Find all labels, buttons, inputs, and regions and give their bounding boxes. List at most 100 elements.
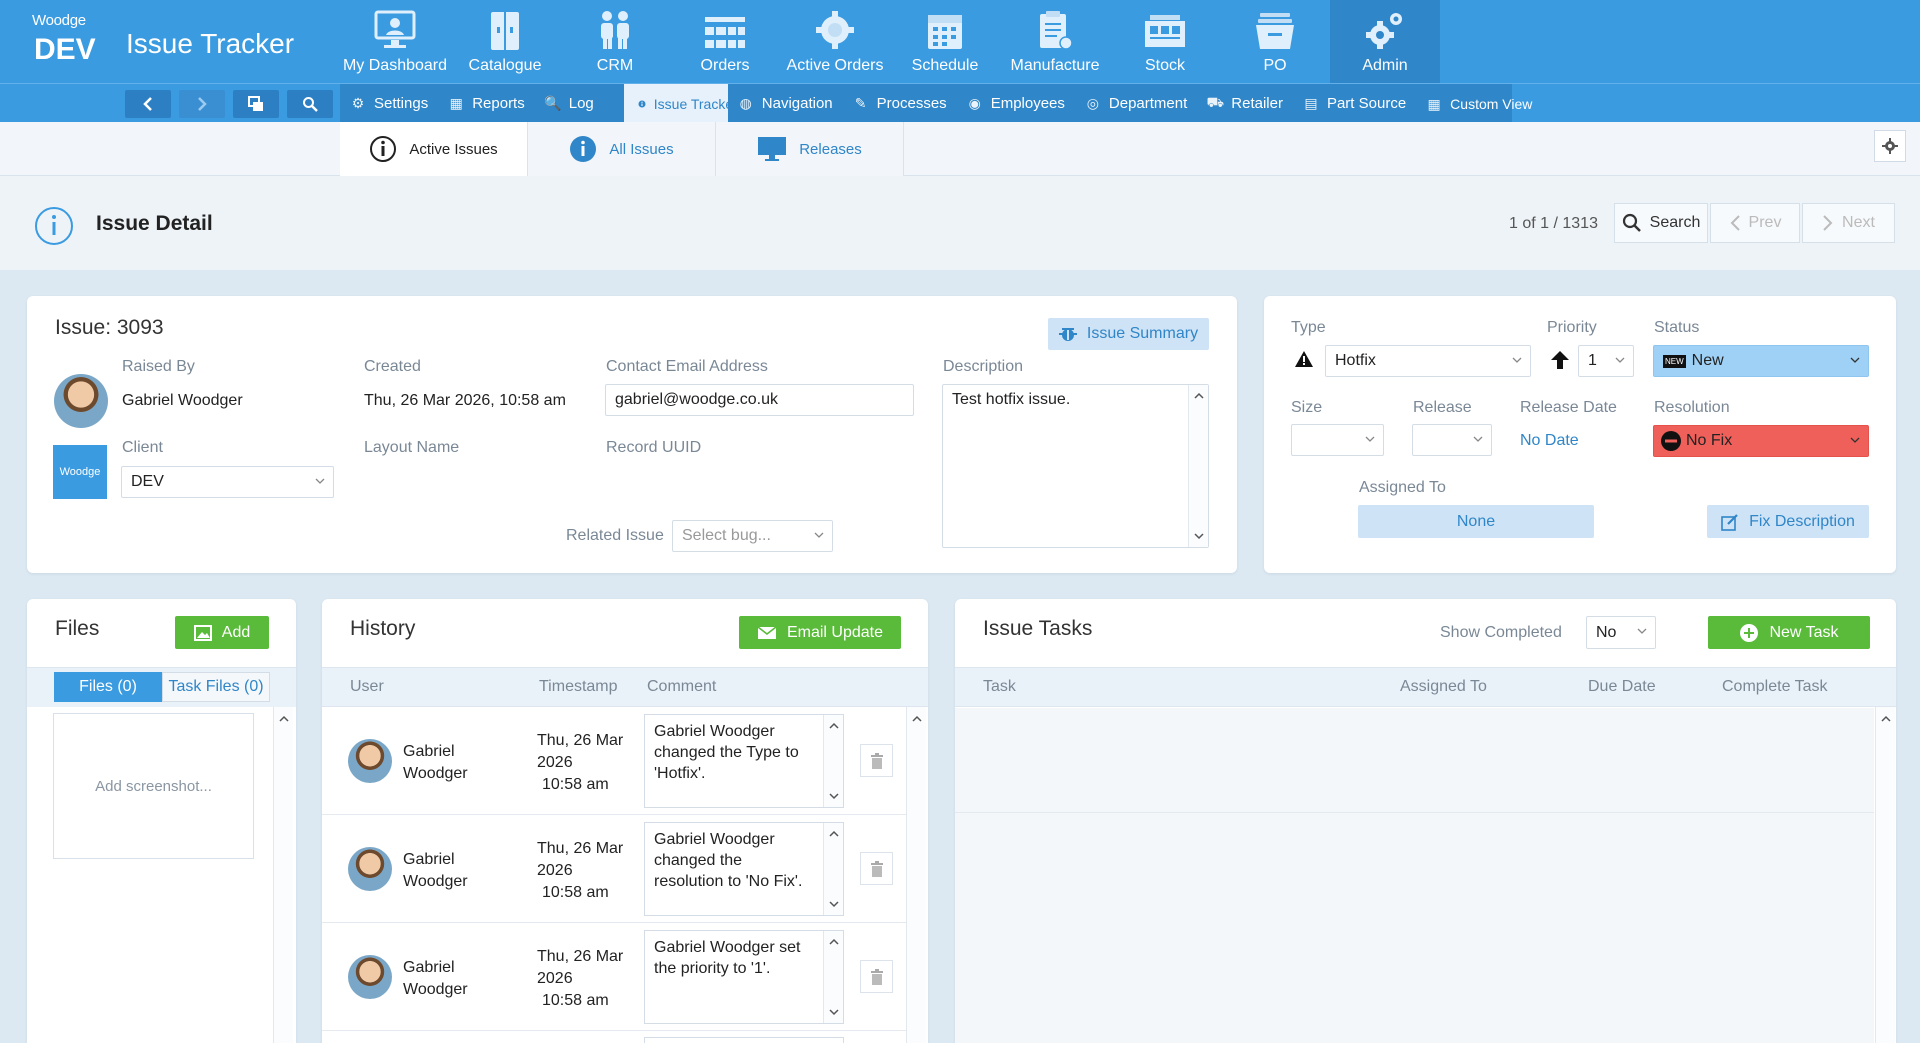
prev-button[interactable]: Prev — [1710, 203, 1800, 243]
catalogue-icon — [491, 12, 519, 50]
subtab-reports[interactable]: ▦ Reports — [438, 84, 535, 123]
module-orders[interactable]: Orders — [670, 0, 780, 83]
calendar-icon — [928, 15, 962, 49]
clipboard-icon — [1040, 11, 1073, 50]
subtab-custom-view[interactable]: ▦ Custom View — [1416, 84, 1533, 123]
tab-task-files[interactable]: Task Files (0) — [162, 672, 270, 702]
subtab-navigation[interactable]: ◍ Navigation — [728, 84, 843, 123]
record-uuid-label: Record UUID — [606, 439, 702, 456]
history-comment-text: Gabriel Woodger set the priority to '1'. — [654, 939, 801, 977]
module-active-orders[interactable]: Active Orders — [780, 0, 890, 83]
release-select[interactable] — [1412, 424, 1492, 456]
avatar — [54, 374, 108, 428]
module-manufacture[interactable]: Manufacture — [1000, 0, 1110, 83]
tab-releases[interactable]: Releases — [716, 122, 904, 176]
subtab-employees[interactable]: ◉ Employees — [957, 84, 1075, 123]
files-scrollbar[interactable] — [273, 707, 293, 1043]
history-user: Gabriel Woodger — [403, 851, 468, 890]
comment-scrollbar[interactable] — [823, 931, 843, 1023]
module-stock[interactable]: Stock — [1110, 0, 1220, 83]
history-comment[interactable]: Gabriel Woodger changed the Type to 'Hot… — [644, 714, 844, 808]
back-button[interactable] — [125, 90, 171, 118]
subtab-log[interactable]: 🔍 Log — [535, 84, 624, 123]
chevron-down-icon — [1850, 357, 1860, 363]
module-schedule[interactable]: Schedule — [890, 0, 1000, 83]
subtab-department[interactable]: ◎ Department — [1075, 84, 1197, 123]
show-completed-select[interactable]: No — [1586, 616, 1656, 649]
release-date-link[interactable]: No Date — [1520, 432, 1579, 450]
delete-button[interactable] — [860, 960, 893, 993]
history-scrollbar[interactable] — [906, 707, 926, 1043]
tray-icon — [1256, 13, 1294, 49]
subtab-label: Custom View — [1450, 95, 1533, 112]
trash-icon — [870, 968, 883, 985]
search-nav-button[interactable] — [287, 90, 333, 118]
issue-tabs-bar: Active Issues All Issues Releases — [0, 122, 1920, 176]
windows-button[interactable] — [233, 90, 279, 118]
issue-number: Issue: 3093 — [55, 316, 164, 339]
tab-active-issues[interactable]: Active Issues — [340, 122, 528, 176]
comment-scrollbar[interactable] — [823, 715, 843, 807]
history-comment[interactable]: Gabriel Woodger changed the resolution t… — [644, 822, 844, 916]
source-icon: ▤ — [1304, 95, 1318, 111]
chevron-down-icon — [1850, 437, 1860, 443]
status-select[interactable]: NEW New — [1653, 345, 1869, 377]
created-label: Created — [364, 358, 421, 375]
tab-files[interactable]: Files (0) — [54, 672, 162, 702]
page-title: Issue Detail — [96, 212, 213, 235]
client-select[interactable]: DEV — [121, 466, 334, 498]
module-label: Manufacture — [1010, 57, 1100, 74]
tasks-scrollbar[interactable] — [1875, 707, 1895, 1043]
description-scrollbar[interactable] — [1188, 385, 1208, 547]
report-icon: ▦ — [449, 95, 463, 111]
module-po[interactable]: PO — [1220, 0, 1330, 83]
resolution-select[interactable]: No Fix — [1653, 425, 1869, 457]
history-comment[interactable]: Gabriel Woodger set the priority to '1'. — [644, 930, 844, 1024]
delete-button[interactable] — [860, 744, 893, 777]
chevron-up-icon — [829, 722, 839, 729]
email-update-button[interactable]: Email Update — [739, 616, 901, 649]
size-select[interactable] — [1291, 424, 1384, 456]
brand-logo: Woodge — [32, 12, 86, 29]
type-select[interactable]: Hotfix — [1325, 345, 1531, 377]
chevron-down-icon — [1365, 436, 1375, 442]
module-label: Catalogue — [468, 57, 542, 74]
delete-button[interactable] — [860, 852, 893, 885]
add-screenshot-dropzone[interactable]: Add screenshot... — [53, 713, 254, 859]
subtab-settings[interactable]: ⚙ Settings — [340, 84, 438, 123]
tasks-empty-list — [955, 708, 1874, 1043]
comment-scrollbar[interactable] — [823, 823, 843, 915]
col-due-date: Due Date — [1588, 678, 1656, 695]
subtab-issue-tracker[interactable]: Issue Tracker — [623, 84, 738, 123]
subtab-retailer[interactable]: ⛟ Retailer — [1197, 84, 1293, 123]
related-issue-select[interactable]: Select bug... — [672, 520, 833, 552]
fix-description-button[interactable]: Fix Description — [1707, 505, 1869, 538]
subtab-label: Employees — [990, 95, 1065, 112]
forward-button[interactable] — [179, 90, 225, 118]
resolution-value: No Fix — [1686, 432, 1733, 449]
settings-button[interactable] — [1874, 130, 1906, 162]
tab-all-issues[interactable]: All Issues — [528, 122, 716, 176]
description-textarea[interactable]: Test hotfix issue. — [942, 384, 1209, 548]
related-issue-placeholder: Select bug... — [682, 527, 771, 544]
subtab-part-source[interactable]: ▤ Part Source — [1293, 84, 1416, 123]
new-task-button[interactable]: New Task — [1708, 616, 1870, 649]
module-catalogue[interactable]: Catalogue — [450, 0, 560, 83]
assigned-to-button[interactable]: None — [1358, 505, 1594, 538]
issue-summary-button[interactable]: Issue Summary — [1048, 318, 1209, 350]
next-button[interactable]: Next — [1802, 203, 1895, 243]
subtab-label: Processes — [876, 95, 947, 112]
image-icon — [193, 624, 212, 641]
module-crm[interactable]: CRM — [560, 0, 670, 83]
col-assigned-to: Assigned To — [1400, 678, 1487, 695]
priority-select[interactable]: 1 — [1578, 345, 1634, 377]
subtab-processes[interactable]: ✎ Processes — [843, 84, 957, 123]
search-button[interactable]: Search — [1614, 203, 1708, 243]
type-label: Type — [1291, 319, 1326, 336]
add-file-button[interactable]: Add — [175, 616, 269, 649]
contact-email-field[interactable]: gabriel@woodge.co.uk — [605, 384, 914, 416]
module-admin[interactable]: Admin — [1330, 0, 1440, 83]
assigned-to-label: Assigned To — [1359, 479, 1446, 496]
new-task-label: New Task — [1769, 623, 1839, 641]
module-my-dashboard[interactable]: My Dashboard — [340, 0, 450, 83]
